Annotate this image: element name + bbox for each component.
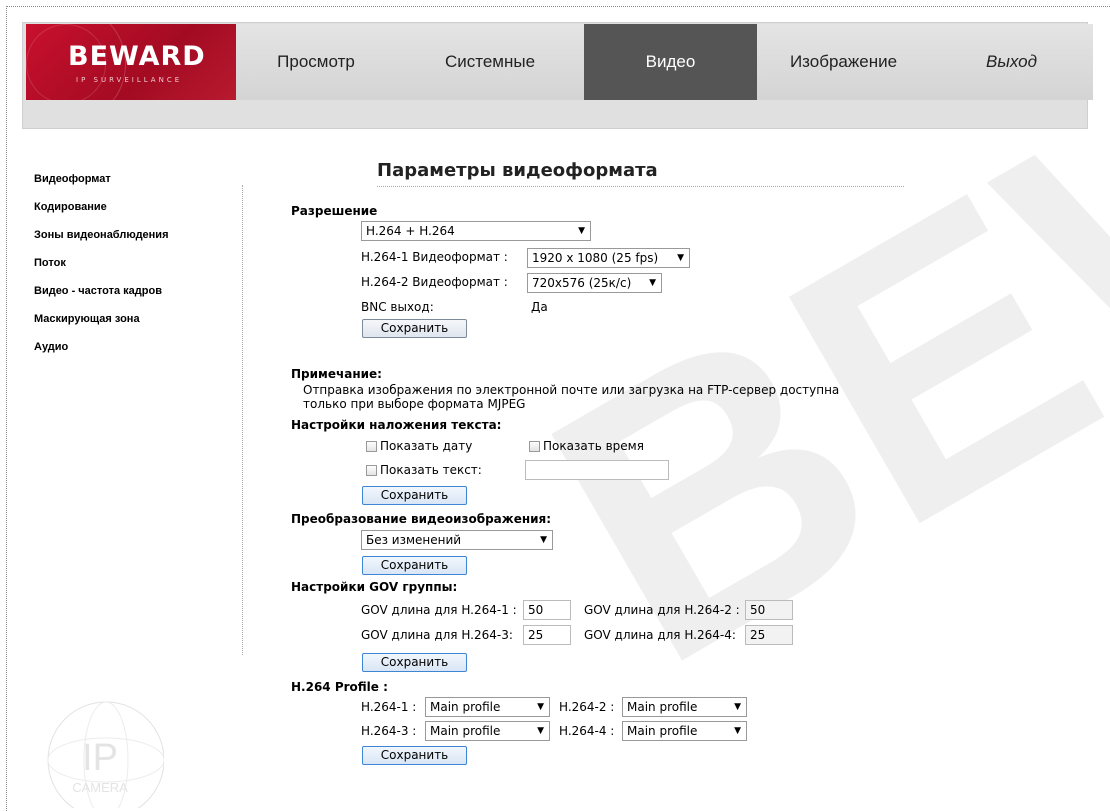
sidebar: Видеоформат Кодирование Зоны видеонаблюд… bbox=[34, 165, 244, 361]
tab-system[interactable]: Системные bbox=[396, 24, 584, 100]
chevron-down-icon: ▼ bbox=[734, 726, 741, 736]
gov1-label: GOV длина для H.264-1 : bbox=[361, 603, 517, 617]
chevron-down-icon: ▼ bbox=[734, 702, 741, 712]
fmt2-label: H.264-2 Видеоформат : bbox=[361, 275, 508, 289]
show-date-checkbox[interactable] bbox=[366, 441, 377, 452]
profile1-select[interactable]: Main profile ▼ bbox=[425, 697, 550, 717]
tab-view[interactable]: Просмотр bbox=[236, 24, 396, 100]
note-line-1: Отправка изображения по электронной почт… bbox=[303, 383, 840, 397]
gov4-input[interactable]: 25 bbox=[745, 625, 793, 645]
profile2-select[interactable]: Main profile ▼ bbox=[622, 697, 747, 717]
profile4-label: H.264-4 : bbox=[559, 724, 615, 738]
ip-logo-text: IP bbox=[82, 737, 118, 779]
transform-value: Без изменений bbox=[366, 533, 462, 547]
show-text-checkbox[interactable] bbox=[366, 465, 377, 476]
overlay-text-input[interactable] bbox=[525, 460, 669, 480]
sidebar-divider bbox=[242, 185, 243, 655]
sidebar-item-videoformat[interactable]: Видеоформат bbox=[34, 165, 244, 193]
fmt1-value: 1920 x 1080 (25 fps) bbox=[532, 251, 659, 265]
profile2-value: Main profile bbox=[627, 700, 698, 714]
show-text-label: Показать текст: bbox=[380, 463, 482, 477]
chevron-down-icon: ▼ bbox=[649, 278, 656, 288]
note-line-2: только при выборе формата MJPEG bbox=[303, 397, 526, 411]
profile4-value: Main profile bbox=[627, 724, 698, 738]
brand-tagline: IP SURVEILLANCE bbox=[76, 76, 183, 84]
bnc-value: Да bbox=[531, 300, 548, 314]
sidebar-item-encoding[interactable]: Кодирование bbox=[34, 193, 244, 221]
show-time-checkbox[interactable] bbox=[529, 441, 540, 452]
gov-save-button[interactable]: Сохранить bbox=[362, 653, 467, 672]
chevron-down-icon: ▼ bbox=[677, 253, 684, 263]
profile3-label: H.264-3 : bbox=[361, 724, 417, 738]
profile-save-button[interactable]: Сохранить bbox=[362, 746, 467, 765]
main-nav: Просмотр Системные Видео Изображение Вых… bbox=[236, 24, 1093, 100]
fmt1-select[interactable]: 1920 x 1080 (25 fps) ▼ bbox=[527, 248, 690, 268]
resolution-mode-select[interactable]: H.264 + H.264 ▼ bbox=[361, 221, 591, 241]
gov1-input[interactable]: 50 bbox=[523, 600, 571, 620]
gov4-label: GOV длина для H.264-4: bbox=[584, 628, 736, 642]
tab-logout[interactable]: Выход bbox=[930, 24, 1093, 100]
page-title: Параметры видеоформата bbox=[377, 160, 658, 181]
profile1-value: Main profile bbox=[430, 700, 501, 714]
sidebar-item-stream[interactable]: Поток bbox=[34, 249, 244, 277]
profile4-select[interactable]: Main profile ▼ bbox=[622, 721, 747, 741]
tab-video[interactable]: Видео bbox=[584, 24, 757, 100]
sidebar-item-framerate[interactable]: Видео - частота кадров bbox=[34, 277, 244, 305]
note-heading: Примечание: bbox=[291, 367, 382, 381]
fmt2-select[interactable]: 720x576 (25к/с) ▼ bbox=[527, 273, 662, 293]
show-time-label: Показать время bbox=[543, 439, 644, 453]
transform-heading: Преобразование видеоизображения: bbox=[291, 512, 552, 526]
profile1-label: H.264-1 : bbox=[361, 700, 417, 714]
chevron-down-icon: ▼ bbox=[540, 535, 547, 545]
sidebar-item-audio[interactable]: Аудио bbox=[34, 333, 244, 361]
gov3-input[interactable]: 25 bbox=[523, 625, 571, 645]
chevron-down-icon: ▼ bbox=[578, 226, 585, 236]
overlay-heading: Настройки наложения текста: bbox=[291, 418, 502, 432]
resolution-mode-value: H.264 + H.264 bbox=[366, 224, 455, 238]
title-divider bbox=[377, 186, 904, 187]
tab-image[interactable]: Изображение bbox=[757, 24, 930, 100]
ip-camera-logo: IP CAMERA bbox=[47, 701, 164, 808]
profile3-value: Main profile bbox=[430, 724, 501, 738]
transform-save-button[interactable]: Сохранить bbox=[362, 556, 467, 575]
fmt1-label: H.264-1 Видеоформат : bbox=[361, 250, 508, 264]
sidebar-item-zones[interactable]: Зоны видеонаблюдения bbox=[34, 221, 244, 249]
sidebar-item-mask[interactable]: Маскирующая зона bbox=[34, 305, 244, 333]
bnc-label: BNC выход: bbox=[361, 300, 434, 314]
resolution-heading: Разрешение bbox=[291, 204, 378, 218]
camera-logo-text: CAMERA bbox=[72, 780, 128, 795]
chevron-down-icon: ▼ bbox=[537, 726, 544, 736]
resolution-save-button[interactable]: Сохранить bbox=[362, 319, 467, 338]
show-date-label: Показать дату bbox=[380, 439, 473, 453]
transform-select[interactable]: Без изменений ▼ bbox=[361, 530, 553, 550]
gov2-label: GOV длина для H.264-2 : bbox=[584, 603, 740, 617]
overlay-save-button[interactable]: Сохранить bbox=[362, 486, 467, 505]
profile2-label: H.264-2 : bbox=[559, 700, 615, 714]
brand-logo: BEWARD IP SURVEILLANCE bbox=[26, 24, 236, 100]
profile-heading: H.264 Profile : bbox=[291, 680, 388, 694]
gov-heading: Настройки GOV группы: bbox=[291, 580, 458, 594]
brand-name: BEWARD bbox=[68, 41, 206, 72]
gov3-label: GOV длина для H.264-3: bbox=[361, 628, 513, 642]
gov2-input[interactable]: 50 bbox=[745, 600, 793, 620]
chevron-down-icon: ▼ bbox=[537, 702, 544, 712]
profile3-select[interactable]: Main profile ▼ bbox=[425, 721, 550, 741]
fmt2-value: 720x576 (25к/с) bbox=[532, 276, 632, 290]
